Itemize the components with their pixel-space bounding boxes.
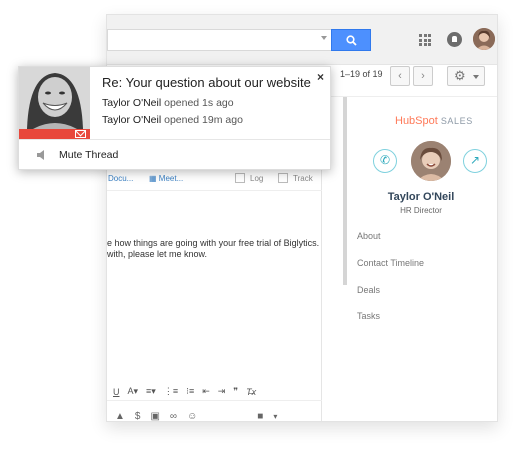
hubspot-sidebar: HubSpot SALES ✆ ↗ Taylor O'Neil HR Direct… xyxy=(343,97,497,421)
event-contact-name: Taylor O'Neil xyxy=(102,114,162,126)
compose-tools-row: Docu... ▦ Meet... Log Track xyxy=(107,167,322,191)
track-checkbox[interactable] xyxy=(278,173,288,183)
contact-name: Taylor O'Neil xyxy=(387,191,455,203)
notification-title: Re: Your question about our website xyxy=(102,75,311,90)
next-page-button[interactable]: › xyxy=(413,66,433,86)
open-record-button[interactable]: ↗ xyxy=(463,149,487,173)
speaker-icon xyxy=(37,150,44,160)
indent-less-icon[interactable]: ⇤ xyxy=(202,386,210,397)
email-body-line[interactable]: e how things are going with your free tr… xyxy=(107,238,319,248)
contact-avatar xyxy=(411,141,451,181)
link-icon[interactable]: ∞ xyxy=(170,411,177,422)
email-body-line[interactable]: with, please let me know. xyxy=(107,249,207,259)
prev-page-button[interactable]: ‹ xyxy=(390,66,410,86)
emoji-icon[interactable]: ☺ xyxy=(187,411,197,422)
formatting-bar: U A▾ ≡▾ ⋮≡ ⁝≡ ⇤ ⇥ ❞ T̶x xyxy=(107,383,322,401)
hubspot-logo-suffix: SALES xyxy=(440,116,473,126)
notification-event: Taylor O'Neil opened 19m ago xyxy=(102,114,243,126)
text-color-icon[interactable]: A▾ xyxy=(128,386,139,397)
bulleted-list-icon[interactable]: ⁝≡ xyxy=(186,386,194,397)
hubspot-logo: HubSpot SALES xyxy=(395,115,473,127)
search-button[interactable] xyxy=(331,29,371,51)
gmail-topbar xyxy=(107,15,497,65)
event-text: opened 1s ago xyxy=(161,97,234,109)
tasks-link[interactable]: Tasks xyxy=(357,311,380,321)
arrow-icon: ↗ xyxy=(469,153,481,167)
numbered-list-icon[interactable]: ⋮≡ xyxy=(164,386,178,397)
documents-link[interactable]: Docu... xyxy=(108,174,133,183)
pagination-count: 1–19 of 19 xyxy=(340,69,383,79)
meetings-link[interactable]: ▦ Meet... xyxy=(149,174,183,183)
event-text: opened 19m ago xyxy=(161,114,243,126)
deals-link[interactable]: Deals xyxy=(357,285,380,295)
close-icon[interactable]: × xyxy=(317,70,324,84)
log-checkbox[interactable] xyxy=(235,173,245,183)
contact-timeline-link[interactable]: Contact Timeline xyxy=(357,258,424,268)
track-label: Track xyxy=(293,174,313,183)
log-label: Log xyxy=(250,174,264,183)
call-button[interactable]: ✆ xyxy=(373,149,397,173)
money-icon[interactable]: $ xyxy=(135,411,141,422)
photo-icon[interactable]: ▣ xyxy=(150,411,159,422)
search-icon xyxy=(345,34,357,46)
indent-more-icon[interactable]: ⇥ xyxy=(218,386,226,397)
notification-event: Taylor O'Neil opened 1s ago xyxy=(102,97,234,109)
attachment-bar: ▲ $ ▣ ∞ ☺ ■ ▾ xyxy=(107,406,322,422)
mute-thread-label: Mute Thread xyxy=(59,149,119,161)
gear-icon: ⚙ xyxy=(454,68,466,83)
align-icon[interactable]: ≡▾ xyxy=(146,386,156,397)
contact-title: HR Director xyxy=(400,206,442,215)
trash-icon[interactable]: ■ xyxy=(257,411,263,422)
more-options-icon[interactable]: ▾ xyxy=(273,412,277,421)
notifications-icon[interactable] xyxy=(447,32,462,47)
hubspot-logo-text: HubSpot xyxy=(395,115,438,127)
notification-contact-photo xyxy=(19,67,90,129)
underline-icon[interactable]: U xyxy=(113,387,120,397)
stage: 1–19 of 19 ‹ › ⚙ Docu... ▦ Meet... Log T… xyxy=(0,0,520,449)
notification-status-bar xyxy=(19,129,90,139)
about-link[interactable]: About xyxy=(357,231,381,241)
drive-icon[interactable]: ▲ xyxy=(115,411,125,422)
account-avatar[interactable] xyxy=(473,28,495,50)
clear-formatting-icon[interactable]: T̶x xyxy=(246,387,256,397)
mail-icon xyxy=(75,130,86,138)
chevron-down-icon xyxy=(473,75,479,79)
search-input[interactable] xyxy=(107,29,331,51)
mute-thread-button[interactable]: Mute Thread xyxy=(19,140,330,170)
phone-icon: ✆ xyxy=(379,153,391,167)
email-open-notification[interactable]: Re: Your question about our website × Ta… xyxy=(18,66,331,170)
quote-icon[interactable]: ❞ xyxy=(233,386,238,397)
apps-grid-icon[interactable] xyxy=(419,34,431,46)
search-options-icon[interactable] xyxy=(321,36,327,40)
event-contact-name: Taylor O'Neil xyxy=(102,97,162,109)
meetings-label: Meet... xyxy=(158,174,184,183)
settings-button[interactable]: ⚙ xyxy=(447,66,485,86)
